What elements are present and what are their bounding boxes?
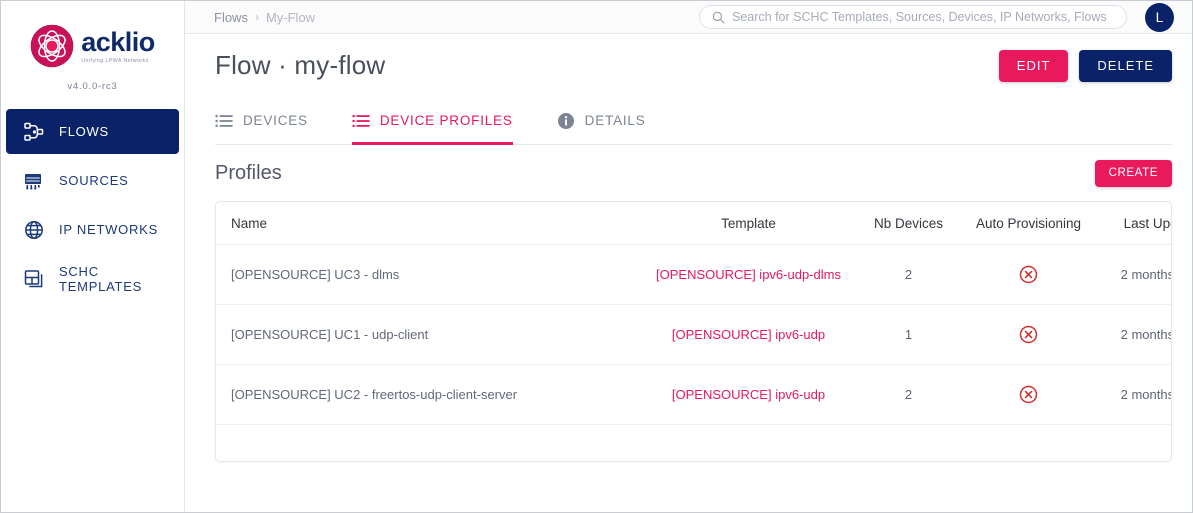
schc-templates-icon (24, 269, 43, 287)
main-region: Flows › My-Flow L Flow · my-flow (185, 1, 1192, 512)
sidebar: acklio Unifying LPWA Networks v4.0.0-rc3 (1, 1, 185, 512)
brand-row: acklio Unifying LPWA Networks (30, 24, 155, 68)
cell-name: [OPENSOURCE] UC2 - freertos-udp-client-s… (216, 364, 641, 425)
page-actions: EDIT DELETE (998, 49, 1172, 82)
search-icon (712, 11, 725, 24)
sidebar-item-schc-templates[interactable]: SCHC TEMPLATES (6, 256, 179, 301)
list-icon (215, 114, 233, 127)
list-icon-pink (352, 114, 370, 127)
breadcrumb-separator-icon: › (254, 10, 259, 24)
tab-device-profiles[interactable]: DEVICE PROFILES (351, 97, 535, 145)
breadcrumb: Flows › My-Flow (214, 10, 315, 25)
sidebar-item-sources[interactable]: SOURCES (6, 158, 179, 203)
table-body: [OPENSOURCE] UC3 - dlms [OPENSOURCE] ipv… (216, 244, 1171, 425)
tab-details[interactable]: DETAILS (557, 97, 668, 144)
top-bar: Flows › My-Flow L (185, 1, 1192, 34)
brand-tagline: Unifying LPWA Networks (81, 57, 149, 64)
sidebar-item-label: SCHC TEMPLATES (59, 263, 143, 294)
circle-x-icon (1019, 385, 1038, 404)
sidebar-item-ip-networks[interactable]: IP NETWORKS (6, 207, 179, 252)
circle-x-icon (1019, 325, 1038, 344)
avatar[interactable]: L (1145, 2, 1174, 32)
cell-template: [OPENSOURCE] ipv6-udp (641, 304, 856, 365)
app-version: v4.0.0-rc3 (67, 81, 118, 92)
breadcrumb-current: My-Flow (265, 9, 316, 25)
cell-template: [OPENSOURCE] ipv6-udp (641, 364, 856, 425)
application-window: acklio Unifying LPWA Networks v4.0.0-rc3 (0, 0, 1193, 513)
flows-icon (24, 122, 44, 141)
sidebar-item-flows[interactable]: FLOWS (6, 109, 179, 154)
create-button[interactable]: CREATE (1094, 159, 1172, 187)
sidebar-item-label: FLOWS (59, 124, 109, 139)
search-input[interactable] (732, 10, 1114, 24)
page-header: Flow · my-flow EDIT DELETE (215, 34, 1172, 97)
info-icon (557, 112, 574, 129)
globe-icon (25, 220, 43, 239)
delete-button[interactable]: DELETE (1079, 49, 1172, 82)
tab-bar: DEVICES DEVICE PROFILES DETAILS (215, 97, 1172, 145)
cell-last-update: 2 months ago (1096, 364, 1171, 425)
profiles-section-header: Profiles CREATE (215, 145, 1172, 201)
circle-x-icon (1019, 265, 1038, 284)
table-head: Name Template Nb Devices Auto Provisioni… (216, 202, 1171, 245)
tab-label: DETAILS (584, 113, 646, 128)
cell-auto-provisioning (961, 244, 1096, 305)
template-link[interactable]: [OPENSOURCE] ipv6-udp (672, 327, 825, 342)
sidebar-nav: FLOWS SOURCES IP NETWORKS SCHC TEMPLATES (1, 109, 184, 305)
cell-auto-provisioning (961, 364, 1096, 425)
tab-label: DEVICE PROFILES (379, 113, 513, 128)
cell-last-update: 2 months ago (1096, 304, 1171, 365)
cell-nb-devices: 2 (856, 244, 961, 305)
avatar-initial: L (1155, 9, 1164, 25)
cell-name: [OPENSOURCE] UC1 - udp-client (216, 304, 641, 365)
brand-block: acklio Unifying LPWA Networks v4.0.0-rc3 (1, 1, 184, 109)
cell-name: [OPENSOURCE] UC3 - dlms (216, 244, 641, 305)
content-area: Flow · my-flow EDIT DELETE DEVICES DEVIC… (185, 34, 1192, 512)
table-header-row: Name Template Nb Devices Auto Provisioni… (216, 202, 1171, 245)
profiles-table-card: Name Template Nb Devices Auto Provisioni… (215, 201, 1172, 462)
column-header-name: Name (216, 202, 641, 245)
column-header-template: Template (641, 202, 856, 245)
tab-label: DEVICES (243, 113, 308, 128)
column-header-nb-devices: Nb Devices (856, 202, 961, 245)
breadcrumb-root[interactable]: Flows (214, 10, 248, 25)
cell-last-update: 2 months ago (1096, 244, 1171, 305)
brand-text: acklio Unifying LPWA Networks (81, 26, 155, 64)
column-header-last-update: Last Update (1096, 202, 1171, 245)
cell-nb-devices: 1 (856, 304, 961, 365)
sources-icon (25, 173, 41, 189)
table-row[interactable]: [OPENSOURCE] UC2 - freertos-udp-client-s… (216, 364, 1171, 425)
section-title: Profiles (215, 161, 282, 184)
table-row[interactable]: [OPENSOURCE] UC1 - udp-client [OPENSOURC… (216, 304, 1171, 365)
sidebar-item-label: IP NETWORKS (59, 222, 159, 237)
page-title: Flow · my-flow (215, 50, 386, 80)
table-footer (216, 425, 1171, 461)
column-header-auto-provisioning: Auto Provisioning (961, 202, 1096, 245)
template-link[interactable]: [OPENSOURCE] ipv6-udp-dlms (656, 267, 841, 282)
table-row[interactable]: [OPENSOURCE] UC3 - dlms [OPENSOURCE] ipv… (216, 244, 1171, 305)
cell-auto-provisioning (961, 304, 1096, 365)
search-box[interactable] (699, 5, 1127, 29)
profiles-table: Name Template Nb Devices Auto Provisioni… (216, 202, 1171, 425)
cell-template: [OPENSOURCE] ipv6-udp-dlms (641, 244, 856, 305)
sidebar-item-label: SOURCES (59, 173, 129, 188)
brand-name: acklio (81, 26, 155, 57)
tab-devices[interactable]: DEVICES (215, 97, 330, 144)
template-link[interactable]: [OPENSOURCE] ipv6-udp (672, 387, 825, 402)
acklio-logo-icon (30, 24, 74, 68)
edit-button[interactable]: EDIT (998, 49, 1069, 82)
cell-nb-devices: 2 (856, 364, 961, 425)
